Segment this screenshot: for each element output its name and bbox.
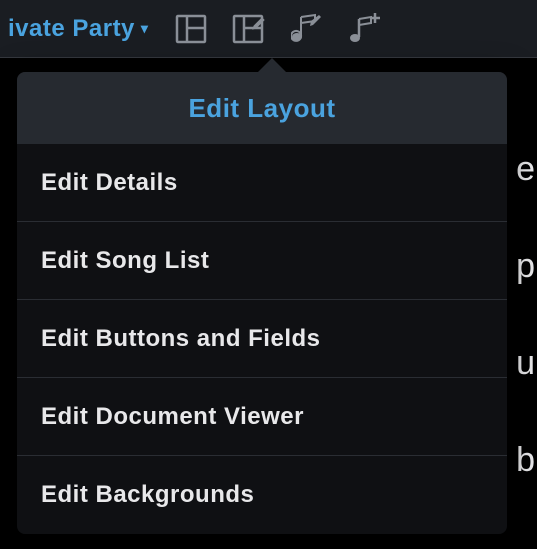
toolbar-icon-group — [174, 12, 382, 46]
bg-letter: p — [516, 247, 537, 286]
edit-song-button[interactable] — [290, 12, 324, 46]
music-edit-icon — [291, 13, 323, 45]
menu-item-label: Edit Details — [41, 169, 178, 197]
chevron-down-icon: ▾ — [141, 20, 149, 37]
menu-item-label: Edit Song List — [41, 247, 209, 275]
popover-arrow — [258, 58, 286, 72]
menu-item-label: Edit Backgrounds — [41, 481, 254, 509]
edit-layout-popover: Edit Layout Edit Details Edit Song List … — [17, 72, 507, 534]
menu-item-edit-document-viewer[interactable]: Edit Document Viewer — [17, 378, 507, 456]
add-song-button[interactable] — [348, 12, 382, 46]
menu-item-edit-backgrounds[interactable]: Edit Backgrounds — [17, 456, 507, 534]
layout-view-button[interactable] — [174, 12, 208, 46]
event-type-label: ivate Party — [8, 15, 135, 43]
bg-letter: u — [516, 344, 537, 383]
menu-item-edit-buttons-fields[interactable]: Edit Buttons and Fields — [17, 300, 507, 378]
music-add-icon — [349, 13, 381, 45]
layout-grid-icon — [175, 14, 207, 44]
bg-letter: b — [516, 441, 537, 480]
menu-item-label: Edit Buttons and Fields — [41, 325, 321, 353]
edit-layout-button[interactable] — [232, 12, 266, 46]
popover-title: Edit Layout — [17, 72, 507, 144]
layout-edit-icon — [232, 14, 266, 44]
menu-item-label: Edit Document Viewer — [41, 403, 304, 431]
menu-item-edit-details[interactable]: Edit Details — [17, 144, 507, 222]
toolbar: ivate Party ▾ — [0, 0, 537, 58]
event-type-dropdown[interactable]: ivate Party ▾ — [8, 15, 148, 43]
background-text-fragment: e p u b — [516, 150, 537, 538]
bg-letter: e — [516, 150, 537, 189]
menu-item-edit-song-list[interactable]: Edit Song List — [17, 222, 507, 300]
